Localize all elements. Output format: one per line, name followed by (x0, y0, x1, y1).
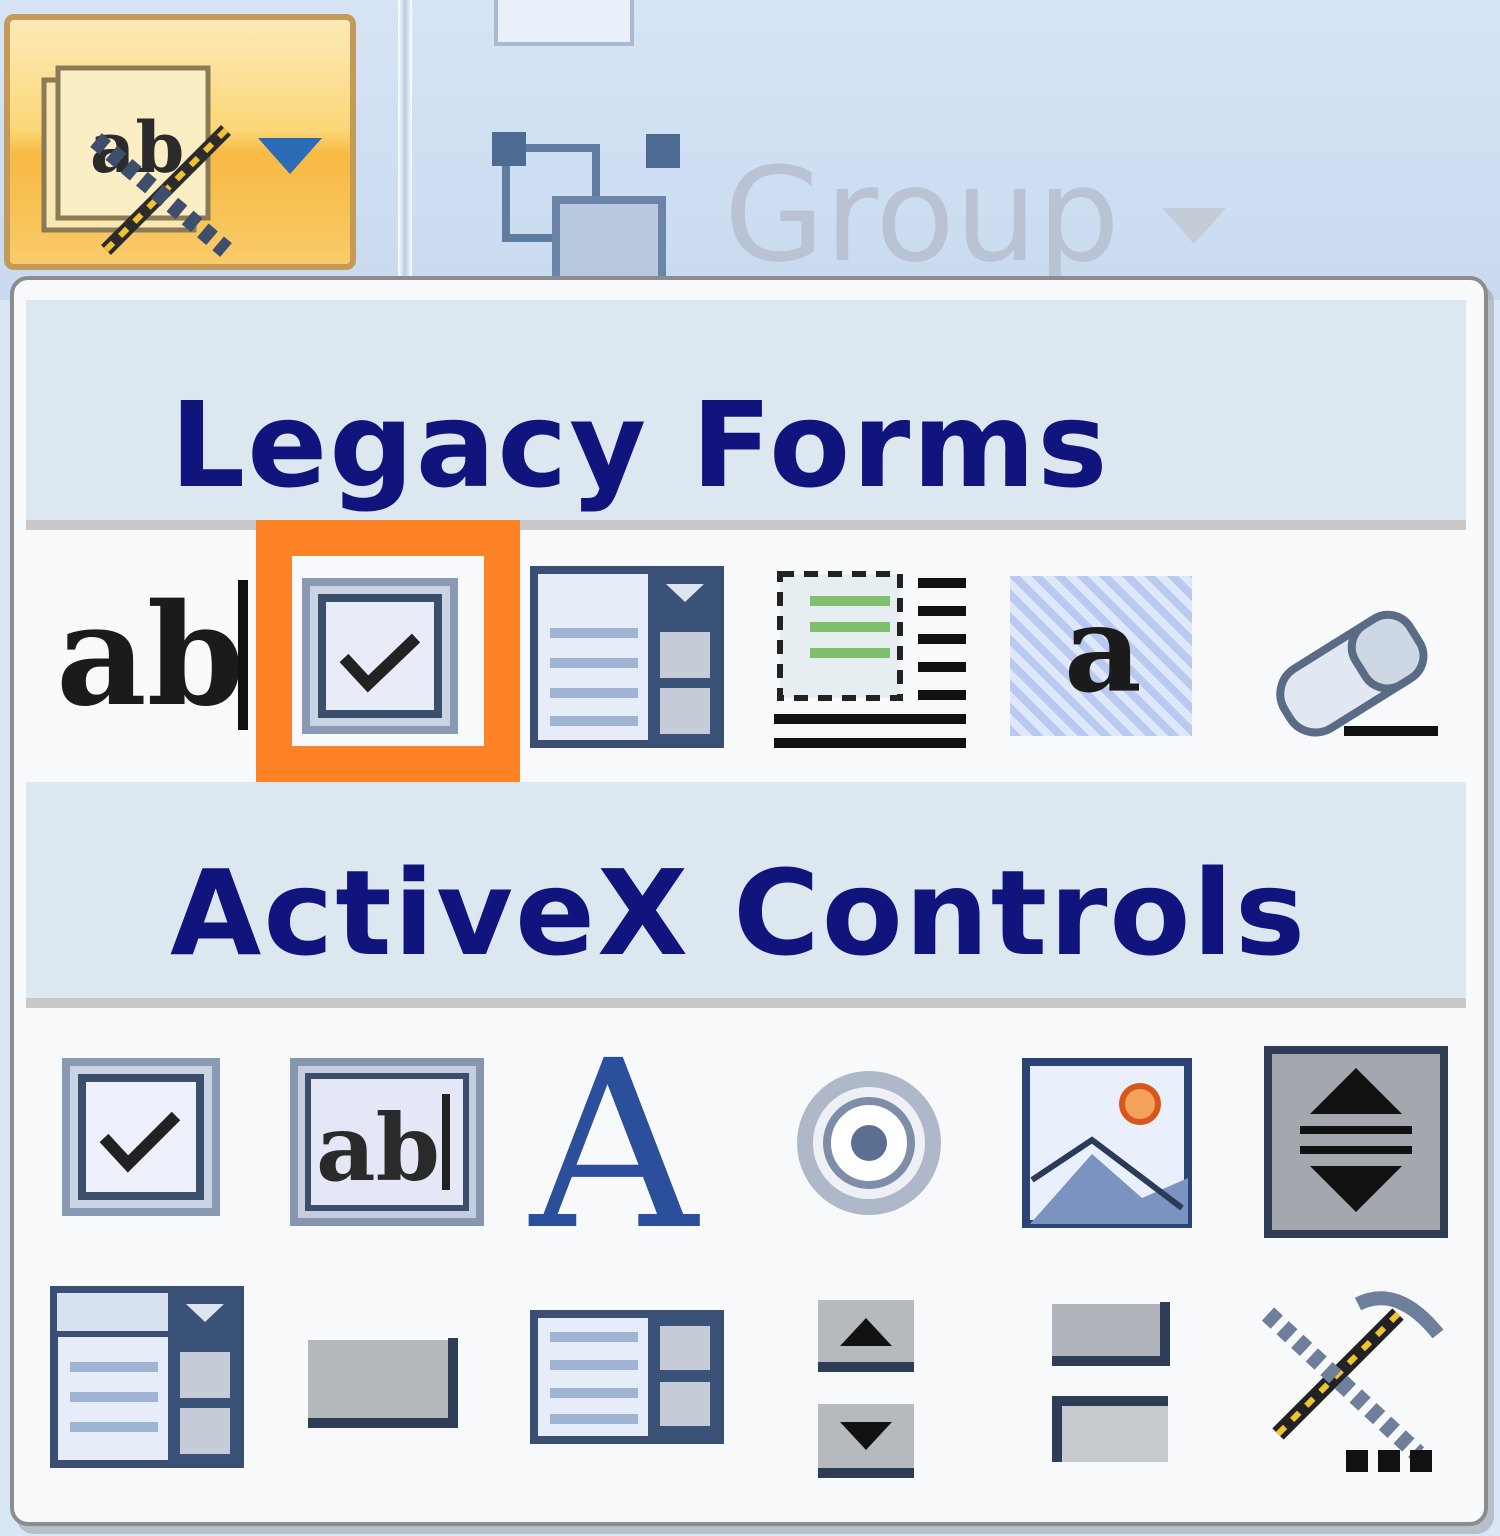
group-label[interactable]: Group (724, 150, 1120, 280)
group-icon[interactable] (490, 128, 690, 294)
activex-list-box-button[interactable] (530, 1310, 724, 1444)
group-chevron-down-icon[interactable] (1162, 208, 1226, 244)
text-form-field-icon: ab (56, 574, 245, 738)
activex-option-button-icon (797, 1071, 941, 1215)
activex-spin-button-button[interactable] (810, 1296, 922, 1480)
activex-image-button[interactable] (1022, 1058, 1192, 1228)
legacy-forms-header: Legacy Forms (26, 300, 1466, 530)
activex-list-box-icon (530, 1310, 724, 1444)
activex-toggle-button-icon (1052, 1302, 1170, 1462)
legacy-tools-button[interactable]: ab (4, 14, 356, 270)
text-cursor-mark (238, 580, 248, 730)
activex-controls-header: ActiveX Controls (26, 782, 1466, 1008)
chevron-down-icon[interactable] (258, 138, 322, 174)
activex-command-button-button[interactable] (302, 1334, 462, 1432)
activex-scroll-bar-icon (1264, 1046, 1448, 1238)
activex-scroll-bar-button[interactable] (1264, 1046, 1448, 1238)
controls-dropdown-panel: Legacy Forms ab a ActiveX Controls ab A (10, 276, 1488, 1526)
insert-frame-icon (774, 571, 966, 748)
check-box-form-field-button[interactable] (300, 576, 460, 736)
activex-label-icon: A (528, 1042, 700, 1232)
ribbon-separator (398, 0, 412, 290)
activex-spin-button-icon (818, 1300, 914, 1478)
activex-text-box-button[interactable]: ab (290, 1058, 484, 1226)
activex-combo-box-button[interactable] (50, 1286, 244, 1468)
form-field-shading-button[interactable]: a (1010, 576, 1192, 736)
properties-icon[interactable] (494, 0, 634, 46)
activex-combo-box-icon (50, 1286, 244, 1468)
legacy-forms-title: Legacy Forms (170, 376, 1110, 514)
drop-down-form-field-button[interactable] (530, 566, 724, 748)
legacy-tools-icon: ab (36, 60, 246, 260)
activex-controls-title: ActiveX Controls (170, 844, 1308, 982)
activex-toggle-button-button[interactable] (1048, 1300, 1172, 1464)
insert-frame-button[interactable] (770, 566, 966, 752)
more-controls-button[interactable] (1248, 1284, 1448, 1480)
activex-label-letter: A (528, 1042, 700, 1232)
activex-option-button-button[interactable] (794, 1068, 944, 1218)
activex-label-button[interactable]: A (526, 1042, 726, 1232)
activex-text-box-icon: ab (290, 1058, 484, 1226)
shading-letter: a (1064, 579, 1142, 720)
drop-down-form-field-icon (530, 566, 724, 748)
reset-form-fields-icon (1276, 610, 1438, 737)
activex-text-box-label: ab (316, 1094, 440, 1202)
text-form-field-button[interactable]: ab (50, 570, 250, 740)
activex-image-icon (1022, 1058, 1192, 1228)
activex-check-box-icon (62, 1058, 220, 1216)
more-controls-icon (1261, 1291, 1444, 1472)
activex-command-button-icon (308, 1338, 458, 1428)
check-box-form-field-icon (302, 578, 458, 734)
activex-check-box-button[interactable] (62, 1058, 220, 1216)
reset-form-fields-button[interactable] (1260, 586, 1438, 740)
